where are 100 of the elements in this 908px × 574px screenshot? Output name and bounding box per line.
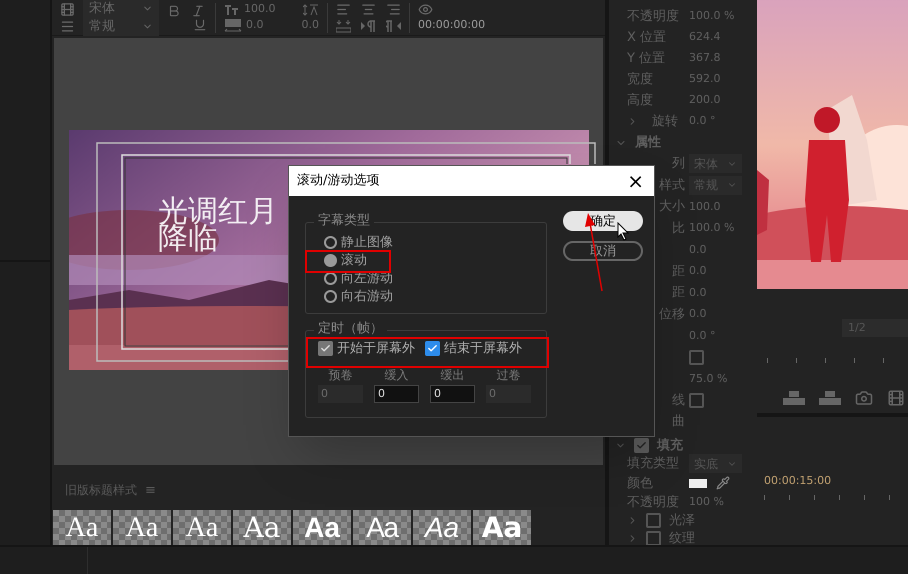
font-size-icon xyxy=(224,4,240,16)
line-spacing-icon[interactable] xyxy=(60,18,75,34)
style-swatch[interactable]: Aa xyxy=(233,510,291,545)
radio-button[interactable] xyxy=(324,254,337,266)
property-value[interactable]: 0.0 xyxy=(689,284,706,301)
eye-icon[interactable] xyxy=(418,2,433,17)
camera-icon[interactable] xyxy=(855,389,873,407)
property-value[interactable]: 100.0 % xyxy=(689,220,734,236)
tab-ruler-icon[interactable] xyxy=(336,19,351,33)
leading-icon xyxy=(303,4,319,16)
property-value[interactable]: 0.0 ° xyxy=(689,113,716,130)
property-value[interactable]: 0.0 xyxy=(689,242,706,258)
radio-label: 静止图像 xyxy=(341,236,393,248)
check-icon xyxy=(427,343,438,354)
property-label: 列 xyxy=(672,157,685,170)
panel-menu[interactable]: ≡ xyxy=(145,480,156,500)
tracking-value: 0.0 xyxy=(302,17,319,34)
property-label: 不透明度 xyxy=(627,496,679,509)
section-title: 属性 xyxy=(635,136,661,149)
property-label: 旋转 xyxy=(652,115,678,128)
radio-button[interactable] xyxy=(324,236,337,248)
property-label: 颜色 xyxy=(627,476,653,490)
checkbox[interactable] xyxy=(646,513,661,528)
radio-button[interactable] xyxy=(324,272,337,284)
property-value[interactable]: 0.0 xyxy=(689,306,706,322)
kerning-icon xyxy=(224,18,242,32)
checkbox[interactable] xyxy=(425,341,440,356)
property-value[interactable]: 592.0 xyxy=(689,71,720,88)
property-label: 距 xyxy=(672,264,685,278)
export-frame-icon[interactable] xyxy=(819,391,841,405)
check-icon xyxy=(320,343,331,354)
property-label: 线 xyxy=(672,394,685,407)
align-right-icon[interactable] xyxy=(386,2,401,17)
property-value[interactable]: 0.0 xyxy=(689,263,706,280)
property-value[interactable]: 0.0 ° xyxy=(689,328,716,344)
dialog-title: 滚动/游动选项 xyxy=(297,172,380,190)
radio-button[interactable] xyxy=(324,290,337,302)
underline-icon[interactable] xyxy=(193,18,207,32)
style-swatch[interactable]: Aa xyxy=(173,510,231,545)
pilcrow-icon[interactable] xyxy=(361,19,376,33)
property-label: 位移 xyxy=(659,308,685,321)
checkbox[interactable] xyxy=(646,531,661,545)
property-value[interactable]: 367.8 xyxy=(689,50,720,67)
checkbox[interactable] xyxy=(689,350,704,365)
title-text: 降临 xyxy=(158,225,218,252)
property-value[interactable]: 100 % xyxy=(689,494,724,511)
style-swatch[interactable]: Aa xyxy=(473,510,531,545)
dropdown-value: 宋体 xyxy=(89,2,115,15)
property-value[interactable]: 100.0 % xyxy=(689,8,734,25)
property-label: 曲 xyxy=(672,415,685,428)
font-size-value: 100.0 xyxy=(244,1,276,18)
style-swatch[interactable]: Aa xyxy=(413,510,471,545)
checkbox[interactable] xyxy=(634,438,649,453)
eyedropper-icon[interactable] xyxy=(716,476,730,490)
bold-icon[interactable] xyxy=(167,4,181,18)
property-label: 距 xyxy=(672,286,685,300)
number-field: 0 xyxy=(486,385,531,403)
timeline-timecode: 00:00:15:00 xyxy=(764,474,832,487)
property-value[interactable]: 100.0 xyxy=(689,198,720,215)
italic-icon[interactable] xyxy=(191,4,205,18)
kerning-value: 0.0 xyxy=(246,17,264,34)
number-field[interactable]: 0 xyxy=(374,385,419,403)
field-label: 缓入 xyxy=(384,369,408,381)
style-swatch[interactable]: Aa xyxy=(53,510,111,545)
property-label: 宽度 xyxy=(627,73,653,86)
cursor-icon xyxy=(617,222,629,241)
checkbox[interactable] xyxy=(689,392,704,408)
property-label: 光泽 xyxy=(669,514,695,527)
color-swatch[interactable] xyxy=(689,478,707,488)
property-value[interactable]: 624.4 xyxy=(689,29,720,46)
property-label: X 位置 xyxy=(627,31,666,44)
property-label: 不透明度 xyxy=(627,10,679,23)
pilcrow-icon[interactable] xyxy=(386,19,401,33)
film-icon[interactable] xyxy=(60,2,75,16)
property-label: 样式 xyxy=(659,178,685,192)
align-center-icon[interactable] xyxy=(361,2,376,17)
timecode: 00:00:00:00 xyxy=(418,16,486,33)
export-frame-icon[interactable] xyxy=(783,391,805,405)
font-dropdown[interactable]: 宋体 xyxy=(83,0,159,18)
number-field: 0 xyxy=(318,385,363,403)
checkbox-label: 开始于屏幕外 xyxy=(337,342,415,355)
number-field[interactable]: 0 xyxy=(430,385,475,403)
field-label: 过卷 xyxy=(496,369,520,381)
property-value[interactable]: 75.0 % xyxy=(689,370,728,387)
check-icon xyxy=(636,440,647,451)
close-button[interactable]: × xyxy=(625,171,646,191)
style-swatch[interactable]: Aa xyxy=(113,510,171,545)
style-swatch[interactable]: Aa xyxy=(353,510,411,545)
property-label: Y 位置 xyxy=(627,52,666,65)
property-label: 比 xyxy=(672,222,685,235)
style-swatch[interactable]: Aa xyxy=(293,510,351,545)
font-dropdown[interactable]: 常规 xyxy=(83,18,159,36)
align-left-icon[interactable] xyxy=(336,2,351,17)
dropdown-value: 常规 xyxy=(89,20,115,33)
property-label: 大小 xyxy=(659,200,685,214)
group-label: 定时（帧） xyxy=(314,322,387,335)
checkbox-label: 结束于屏幕外 xyxy=(444,342,522,355)
property-label: 填充 xyxy=(657,439,683,452)
property-value[interactable]: 200.0 xyxy=(689,92,720,109)
film-icon[interactable] xyxy=(887,389,905,407)
